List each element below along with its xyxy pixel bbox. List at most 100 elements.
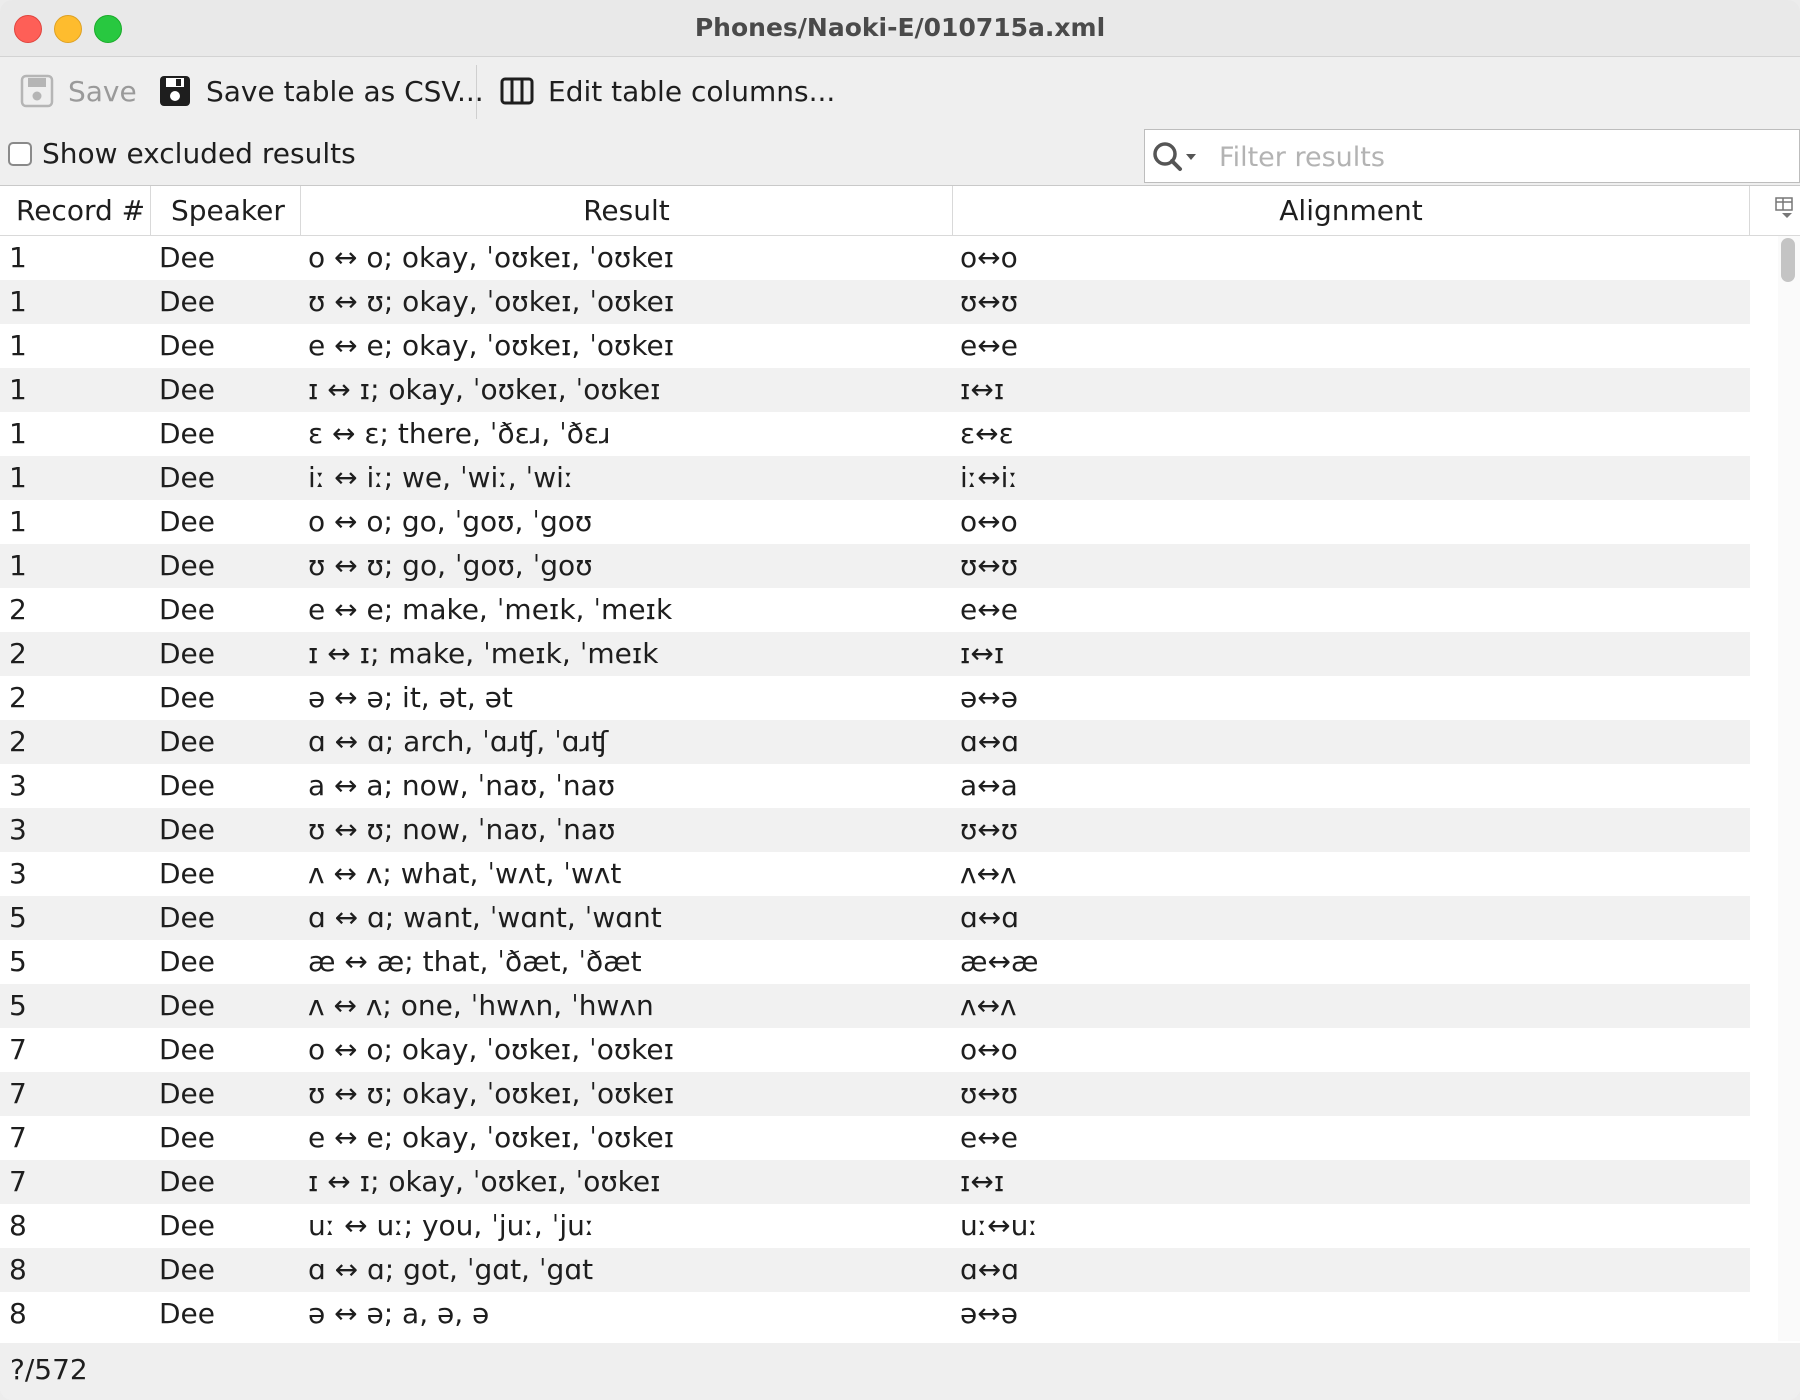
cell-record: 1 [9,549,27,582]
save-icon [20,74,54,108]
cell-record: 3 [9,769,27,802]
cell-record: 1 [9,329,27,362]
columns-icon [500,74,534,108]
title-bar: Phones/Naoki-E/010715a.xml [0,0,1800,57]
cell-result: æ ↔ æ; that, ˈðæt, ˈðæt [308,945,642,978]
filter-input[interactable] [1217,136,1781,178]
table-row[interactable]: 5 Dee ʌ ↔ ʌ; one, ˈhwʌn, ˈhwʌn ʌ↔ʌ [0,984,1750,1028]
cell-record: 7 [9,1165,27,1198]
cell-record: 3 [9,857,27,890]
table-row[interactable]: 8 Dee uː ↔ uː; you, ˈjuː, ˈjuː uː↔uː [0,1204,1750,1248]
cell-alignment: iː↔iː [960,461,1018,494]
cell-record: 2 [9,637,27,670]
table-row[interactable]: 7 Dee ɪ ↔ ɪ; okay, ˈoʊkeɪ, ˈoʊkeɪ ɪ↔ɪ [0,1160,1750,1204]
column-menu-icon[interactable] [1774,196,1796,220]
table-row[interactable]: 1 Dee o ↔ o; okay, ˈoʊkeɪ, ˈoʊkeɪ o↔o [0,236,1750,280]
table-body: 1 Dee o ↔ o; okay, ˈoʊkeɪ, ˈoʊkeɪ o↔o 1 Dee ʊ … [0,236,1750,1336]
toolbar-separator [476,65,477,119]
table-row[interactable]: 3 Dee a ↔ a; now, ˈnaʊ, ˈnaʊ a↔a [0,764,1750,808]
show-excluded-label[interactable]: Show excluded results [42,137,356,170]
cell-result: ɑ ↔ ɑ; got, ˈgɑt, ˈgɑt [308,1253,594,1286]
cell-alignment: æ↔æ [960,945,1039,978]
cell-record: 1 [9,461,27,494]
cell-speaker: Dee [159,593,216,626]
cell-result: e ↔ e; okay, ˈoʊkeɪ, ˈoʊkeɪ [308,1121,675,1154]
cell-speaker: Dee [159,461,216,494]
cell-speaker: Dee [159,813,216,846]
cell-record: 3 [9,813,27,846]
search-icon[interactable] [1151,140,1201,174]
column-header-speaker[interactable]: Speaker [151,186,301,235]
table-row[interactable]: 2 Dee ɪ ↔ ɪ; make, ˈmeɪk, ˈmeɪk ɪ↔ɪ [0,632,1750,676]
cell-speaker: Dee [159,285,216,318]
filter-search-box[interactable] [1144,129,1800,183]
table-row[interactable]: 7 Dee e ↔ e; okay, ˈoʊkeɪ, ˈoʊkeɪ e↔e [0,1116,1750,1160]
cell-result: ʊ ↔ ʊ; now, ˈnaʊ, ˈnaʊ [308,813,616,846]
cell-alignment: e↔e [960,1121,1018,1154]
edit-columns-button[interactable]: Edit table columns... [500,67,835,115]
table-row[interactable]: 1 Dee iː ↔ iː; we, ˈwiː, ˈwiː iː↔iː [0,456,1750,500]
cell-result: ɑ ↔ ɑ; arch, ˈɑɹʧ, ˈɑɹʧ [308,725,609,758]
cell-alignment: ə↔ə [960,681,1018,714]
table-row[interactable]: 2 Dee e ↔ e; make, ˈmeɪk, ˈmeɪk e↔e [0,588,1750,632]
edit-columns-label: Edit table columns... [548,74,836,108]
column-header-alignment[interactable]: Alignment [953,186,1750,235]
cell-result: ɪ ↔ ɪ; okay, ˈoʊkeɪ, ˈoʊkeɪ [308,1165,661,1198]
cell-alignment: ɪ↔ɪ [960,637,1005,670]
cell-alignment: ʊ↔ʊ [960,285,1019,318]
save-button[interactable]: Save [20,67,137,115]
table-row[interactable]: 2 Dee ɑ ↔ ɑ; arch, ˈɑɹʧ, ˈɑɹʧ ɑ↔ɑ [0,720,1750,764]
toolbar: Save Save table as CSV... Edit table col… [0,57,1800,127]
cell-alignment: ʊ↔ʊ [960,1077,1019,1110]
cell-alignment: ə↔ə [960,1297,1018,1330]
cell-result: e ↔ e; okay, ˈoʊkeɪ, ˈoʊkeɪ [308,329,675,362]
table-row[interactable]: 1 Dee e ↔ e; okay, ˈoʊkeɪ, ˈoʊkeɪ e↔e [0,324,1750,368]
cell-record: 7 [9,1033,27,1066]
cell-result: iː ↔ iː; we, ˈwiː, ˈwiː [308,461,574,494]
cell-record: 8 [9,1297,27,1330]
table-row[interactable]: 1 Dee ʊ ↔ ʊ; okay, ˈoʊkeɪ, ˈoʊkeɪ ʊ↔ʊ [0,280,1750,324]
table-row[interactable]: 5 Dee ɑ ↔ ɑ; want, ˈwɑnt, ˈwɑnt ɑ↔ɑ [0,896,1750,940]
cell-record: 8 [9,1253,27,1286]
cell-alignment: ɑ↔ɑ [960,901,1020,934]
table-row[interactable]: 3 Dee ʊ ↔ ʊ; now, ˈnaʊ, ˈnaʊ ʊ↔ʊ [0,808,1750,852]
cell-result: ə ↔ ə; a, ə, ə [308,1297,490,1330]
save-csv-button[interactable]: Save table as CSV... [158,67,484,115]
cell-result: o ↔ o; okay, ˈoʊkeɪ, ˈoʊkeɪ [308,1033,674,1066]
show-excluded-checkbox[interactable] [8,142,32,166]
result-count: ?/572 [10,1353,88,1386]
cell-speaker: Dee [159,681,216,714]
cell-record: 2 [9,681,27,714]
cell-speaker: Dee [159,1121,216,1154]
cell-record: 1 [9,373,27,406]
scrollbar-thumb[interactable] [1781,238,1795,282]
table-row[interactable]: 1 Dee ɛ ↔ ɛ; there, ˈðɛɹ, ˈðɛɹ ɛ↔ɛ [0,412,1750,456]
table-row[interactable]: 2 Dee ə ↔ ə; it, ət, ət ə↔ə [0,676,1750,720]
column-header-record[interactable]: Record # [0,186,151,235]
cell-result: ɑ ↔ ɑ; want, ˈwɑnt, ˈwɑnt [308,901,662,934]
table-row[interactable]: 5 Dee æ ↔ æ; that, ˈðæt, ˈðæt æ↔æ [0,940,1750,984]
table-row[interactable]: 1 Dee ʊ ↔ ʊ; go, ˈgoʊ, ˈgoʊ ʊ↔ʊ [0,544,1750,588]
cell-result: uː ↔ uː; you, ˈjuː, ˈjuː [308,1209,595,1242]
vertical-scrollbar[interactable] [1778,236,1800,1341]
table-row[interactable]: 7 Dee o ↔ o; okay, ˈoʊkeɪ, ˈoʊkeɪ o↔o [0,1028,1750,1072]
cell-speaker: Dee [159,549,216,582]
cell-result: ə ↔ ə; it, ət, ət [308,681,513,714]
cell-result: ʌ ↔ ʌ; one, ˈhwʌn, ˈhwʌn [308,989,654,1022]
table-row[interactable]: 1 Dee o ↔ o; go, ˈgoʊ, ˈgoʊ o↔o [0,500,1750,544]
cell-alignment: o↔o [960,505,1018,538]
column-header-result[interactable]: Result [301,186,953,235]
cell-alignment: ʊ↔ʊ [960,813,1019,846]
cell-record: 8 [9,1209,27,1242]
cell-result: ʊ ↔ ʊ; okay, ˈoʊkeɪ, ˈoʊkeɪ [308,1077,675,1110]
table-row[interactable]: 1 Dee ɪ ↔ ɪ; okay, ˈoʊkeɪ, ˈoʊkeɪ ɪ↔ɪ [0,368,1750,412]
table-row[interactable]: 8 Dee ɑ ↔ ɑ; got, ˈgɑt, ˈgɑt ɑ↔ɑ [0,1248,1750,1292]
table-row[interactable]: 8 Dee ə ↔ ə; a, ə, ə ə↔ə [0,1292,1750,1336]
table-row[interactable]: 3 Dee ʌ ↔ ʌ; what, ˈwʌt, ˈwʌt ʌ↔ʌ [0,852,1750,896]
cell-result: a ↔ a; now, ˈnaʊ, ˈnaʊ [308,769,616,802]
cell-result: ʌ ↔ ʌ; what, ˈwʌt, ˈwʌt [308,857,622,890]
table-row[interactable]: 7 Dee ʊ ↔ ʊ; okay, ˈoʊkeɪ, ˈoʊkeɪ ʊ↔ʊ [0,1072,1750,1116]
cell-record: 1 [9,505,27,538]
cell-record: 1 [9,417,27,450]
status-bar: ?/572 [0,1343,1800,1400]
